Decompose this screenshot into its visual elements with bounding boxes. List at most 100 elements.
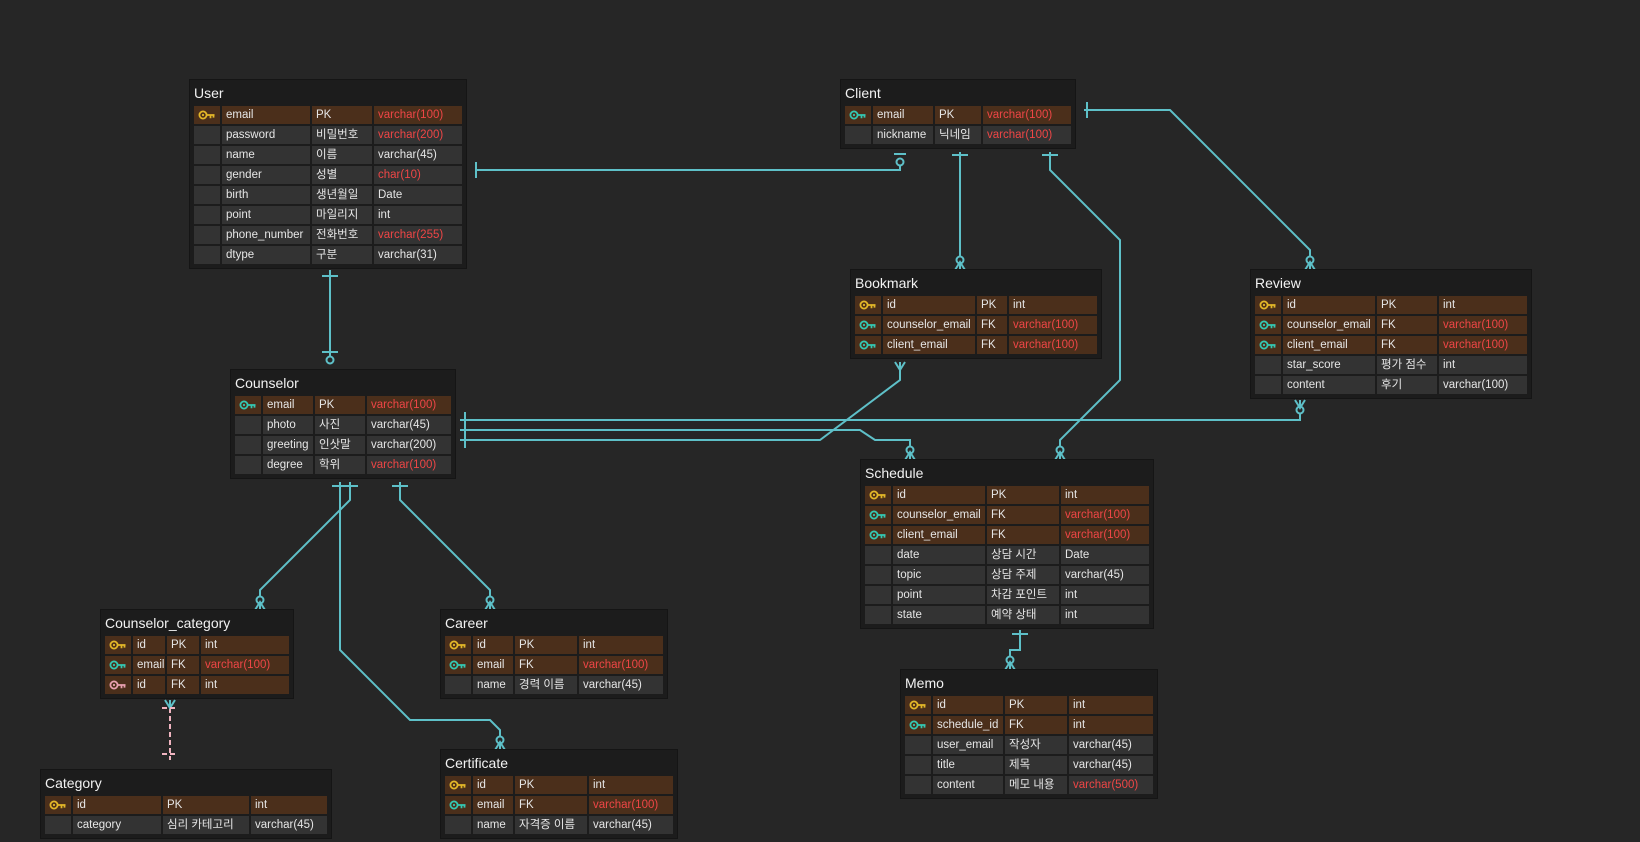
field-row[interactable]: point 마일리지 int [194,206,462,224]
field-type: int [1061,486,1149,504]
field-row[interactable]: client_email FK varchar(100) [855,336,1097,354]
entity-rows: id PK int email FK varchar(100) name 자격증 이름 varc… [445,776,673,834]
field-label: 작성자 [1005,736,1067,754]
field-label: FK [167,676,199,694]
entity-certificate[interactable]: Certificate id PK int email FK varchar(100) nam… [441,750,677,838]
field-row[interactable]: photo 사진 varchar(45) [235,416,451,434]
entity-career[interactable]: Career id PK int email FK varchar(100) name 경력 이… [441,610,667,698]
field-row[interactable]: nickname 닉네임 varchar(100) [845,126,1071,144]
empty-key-cell [194,206,220,224]
field-row[interactable]: email FK varchar(100) [105,656,289,674]
entity-user[interactable]: User email PK varchar(100) password 비밀번호 varch… [190,80,466,268]
field-row[interactable]: category 심리 카테고리 varchar(45) [45,816,327,834]
field-row[interactable]: gender 성별 char(10) [194,166,462,184]
field-label: FK [987,526,1059,544]
field-type: varchar(45) [1069,756,1153,774]
field-row[interactable]: star_score 평가 점수 int [1255,356,1527,374]
field-row[interactable]: user_email 작성자 varchar(45) [905,736,1153,754]
field-row[interactable]: state 예약 상태 int [865,606,1149,624]
field-row[interactable]: id FK int [105,676,289,694]
field-row[interactable]: degree 학위 varchar(100) [235,456,451,474]
field-row[interactable]: email PK varchar(100) [194,106,462,124]
field-row[interactable]: client_email FK varchar(100) [865,526,1149,544]
user-client-line [476,165,901,171]
field-row[interactable]: name 자격증 이름 varchar(45) [445,816,673,834]
client-review-line [1084,109,1311,256]
field-label: 전화번호 [312,226,372,244]
field-row[interactable]: point 차감 포인트 int [865,586,1149,604]
field-type: int [1061,586,1149,604]
field-label: FK [167,656,199,674]
entity-title: Review [1255,275,1301,291]
field-row[interactable]: greeting 인삿말 varchar(200) [235,436,451,454]
field-row[interactable]: phone_number 전화번호 varchar(255) [194,226,462,244]
field-row[interactable]: dtype 구분 varchar(31) [194,246,462,264]
field-row[interactable]: email FK varchar(100) [445,656,663,674]
field-row[interactable]: name 경력 이름 varchar(45) [445,676,663,694]
field-type: int [1069,696,1153,714]
entity-category[interactable]: Category id PK int category 심리 카테고리 varchar(45… [41,770,331,838]
foreign-key-icon [235,396,261,414]
field-label: PK [1005,696,1067,714]
field-label: PK [987,486,1059,504]
counselor-review-line [460,414,1301,421]
entity-counselor-category[interactable]: Counselor_category id PK int email FK varchar(… [101,610,293,698]
field-type: varchar(100) [983,106,1071,124]
field-row[interactable]: id PK int [105,636,289,654]
field-row[interactable]: id PK int [445,776,673,794]
field-row[interactable]: email FK varchar(100) [445,796,673,814]
entity-review[interactable]: Review id PK int counselor_email FK varchar(10… [1251,270,1531,398]
field-row[interactable]: schedule_id FK int [905,716,1153,734]
entity-title: User [194,85,224,101]
empty-key-cell [865,566,891,584]
empty-key-cell [1255,356,1281,374]
field-type: varchar(100) [367,396,451,414]
entity-bookmark[interactable]: Bookmark id PK int counselor_email FK varchar(… [851,270,1101,358]
entity-rows: email PK varchar(100) photo 사진 varchar(45) gre… [235,396,451,474]
field-row[interactable]: title 제목 varchar(45) [905,756,1153,774]
entity-rows: id PK int counselor_email FK varchar(100)clie… [1255,296,1527,394]
field-type: varchar(200) [367,436,451,454]
field-type: varchar(45) [589,816,673,834]
field-row[interactable]: content 후기 varchar(100) [1255,376,1527,394]
field-row[interactable]: id PK int [855,296,1097,314]
entity-schedule[interactable]: Schedule id PK int counselor_email FK varchar(… [861,460,1153,628]
field-name: client_email [1283,336,1375,354]
field-row[interactable]: counselor_email FK varchar(100) [1255,316,1527,334]
empty-key-cell [1255,376,1281,394]
field-type: varchar(100) [201,656,289,674]
field-row[interactable]: email PK varchar(100) [845,106,1071,124]
field-row[interactable]: id PK int [865,486,1149,504]
entity-memo[interactable]: Memo id PK int schedule_id FK int user_email 작성자… [901,670,1157,798]
field-row[interactable]: client_email FK varchar(100) [1255,336,1527,354]
field-row[interactable]: content 메모 내용 varchar(500) [905,776,1153,794]
field-row[interactable]: name 이름 varchar(45) [194,146,462,164]
field-name: degree [263,456,313,474]
field-type: int [201,636,289,654]
field-type: varchar(100) [1009,336,1097,354]
field-row[interactable]: birth 생년월일 Date [194,186,462,204]
field-label: 이름 [312,146,372,164]
field-row[interactable]: password 비밀번호 varchar(200) [194,126,462,144]
field-row[interactable]: date 상담 시간 Date [865,546,1149,564]
field-row[interactable]: counselor_email FK varchar(100) [865,506,1149,524]
field-type: varchar(100) [983,126,1071,144]
field-row[interactable]: id PK int [445,636,663,654]
field-label: 평가 점수 [1377,356,1437,374]
field-row[interactable]: id PK int [45,796,327,814]
field-row[interactable]: email PK varchar(100) [235,396,451,414]
field-type: Date [1061,546,1149,564]
field-label: 학위 [315,456,365,474]
field-type: varchar(45) [251,816,327,834]
foreign-key-icon [1255,316,1281,334]
entity-counselor[interactable]: Counselor email PK varchar(100) photo 사진 varch… [231,370,455,478]
field-name: birth [222,186,310,204]
field-row[interactable]: topic 상담 주제 varchar(45) [865,566,1149,584]
field-row[interactable]: id PK int [905,696,1153,714]
entity-client[interactable]: Client email PK varchar(100) nickname 닉네임 varc… [841,80,1075,148]
field-name: counselor_email [893,506,985,524]
field-label: FK [1377,316,1437,334]
field-row[interactable]: counselor_email FK varchar(100) [855,316,1097,334]
field-row[interactable]: id PK int [1255,296,1527,314]
primary-key-icon [905,696,931,714]
